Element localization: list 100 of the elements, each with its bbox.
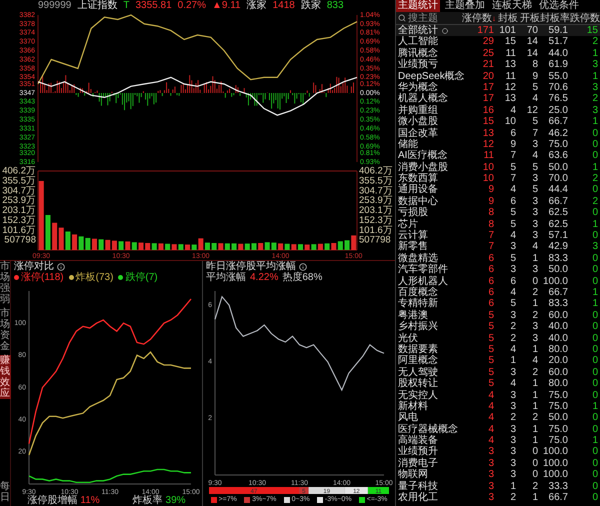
column-header[interactable]: 封板 — [498, 12, 518, 24]
axis-label: 152.3万 — [359, 214, 393, 226]
table-cell-text: 3 — [531, 218, 539, 230]
theme-tab[interactable]: 连板天梯 — [490, 0, 534, 12]
theme-name[interactable]: 芯片 — [398, 218, 418, 230]
table-cell-text: 13 — [504, 59, 517, 71]
table-cell-text: 2 — [509, 321, 517, 333]
theme-name[interactable]: 消费电子 — [398, 458, 438, 470]
table-cell-text: 3 — [509, 458, 517, 470]
circle-icon — [442, 28, 448, 34]
table-cell-text: 4 — [509, 378, 517, 390]
theme-name[interactable]: 国企改革 — [398, 128, 438, 139]
side-tab[interactable]: 每日 — [0, 481, 11, 503]
side-tab[interactable]: 市场强弱 — [0, 261, 11, 305]
theme-name[interactable]: 无人驾驶 — [398, 366, 438, 378]
theme-name[interactable]: 量子科技 — [398, 480, 438, 492]
theme-name[interactable]: 医疗器械概念 — [398, 424, 458, 436]
table-cell-text: 1 — [509, 480, 517, 492]
theme-name[interactable]: 云计算 — [398, 230, 428, 242]
side-tab[interactable]: 市场资金 — [0, 308, 11, 352]
theme-name[interactable]: 新材料 — [398, 400, 428, 412]
table-cell-text: 14 — [526, 36, 539, 48]
theme-name[interactable]: 人工智能 — [398, 36, 438, 48]
axis-label: 406.2万 — [2, 166, 36, 177]
theme-name[interactable]: 亏损股 — [398, 207, 428, 219]
theme-name[interactable]: 数据要素 — [398, 344, 438, 356]
theme-name[interactable]: 无实控人 — [398, 390, 438, 401]
theme-name[interactable]: 乡村振兴 — [398, 321, 438, 333]
theme-name[interactable]: 数据中心 — [398, 196, 438, 208]
column-header[interactable]: 封板率 — [540, 12, 570, 24]
table-cell-text: 10 — [482, 173, 495, 184]
theme-name[interactable]: 百度概念 — [398, 286, 438, 298]
table-cell-text: 44.4 — [548, 184, 569, 196]
axis-label: 203.1万 — [359, 205, 393, 216]
theme-name[interactable]: AI医疗概念 — [398, 150, 448, 162]
table-cell-text: 14 — [526, 48, 539, 60]
theme-name[interactable]: 储能 — [398, 138, 418, 150]
theme-name[interactable]: 东数西算 — [398, 173, 438, 184]
theme-name[interactable]: 阿里概念 — [398, 355, 438, 367]
table-cell-text: 3 — [509, 366, 517, 378]
theme-name[interactable]: DeepSeek概念 — [398, 70, 465, 82]
theme-name[interactable]: 业绩预升 — [398, 446, 438, 458]
table-cell-text: 50.0 — [548, 412, 569, 424]
theme-name[interactable]: 业绩预亏 — [398, 59, 438, 71]
theme-name[interactable]: 股权转让 — [398, 378, 438, 390]
side-tab[interactable]: 赚钱效应 — [0, 355, 11, 399]
theme-name[interactable]: 人形机器人 — [398, 276, 448, 287]
theme-name[interactable]: 光伏 — [398, 332, 418, 344]
column-header[interactable]: 开板 — [520, 12, 540, 24]
stat-value: 11% — [80, 495, 100, 506]
table-cell-text: 3 — [591, 59, 599, 71]
table-cell-text: 100.0 — [542, 458, 569, 470]
table-cell-text: 46.2 — [548, 128, 569, 139]
table-cell-text: 70 — [526, 25, 539, 36]
theme-name[interactable]: 农用化工 — [398, 492, 438, 504]
axis-label: 507798 — [359, 234, 391, 246]
table-cell-text: 3 — [591, 104, 599, 116]
theme-name[interactable]: 全部统计 — [398, 25, 438, 36]
theme-name[interactable]: 腾讯概念 — [398, 48, 438, 60]
legend-label: 涨停(118) — [21, 272, 64, 283]
table-cell-text: 1 — [591, 435, 599, 446]
axis-label: 152.3万 — [2, 214, 36, 226]
table-cell-text: 5 — [531, 82, 539, 94]
table-cell-text: 60.0 — [548, 366, 569, 378]
theme-name[interactable]: 通用设备 — [398, 184, 438, 196]
table-cell-text: 3 — [487, 458, 495, 470]
search-field[interactable]: 搜主题 — [396, 12, 460, 24]
column-header[interactable]: 跌停数 — [570, 12, 600, 24]
table-cell-text: 1 — [531, 492, 539, 504]
table-cell-text: 0 — [591, 458, 599, 470]
theme-name[interactable]: 高端装备 — [398, 435, 438, 446]
table-cell-text: 2 — [531, 412, 539, 424]
table-cell-text: 25.0 — [548, 104, 569, 116]
heat-text: 热度68% — [282, 272, 322, 283]
info-icon[interactable] — [57, 262, 65, 270]
theme-name[interactable]: 华为概念 — [398, 82, 438, 94]
theme-name[interactable]: 微盘精选 — [398, 252, 438, 264]
table-cell-text: 4 — [509, 230, 517, 242]
theme-name[interactable]: 消费小盘股 — [398, 162, 448, 174]
theme-name[interactable]: 物联网 — [398, 469, 428, 481]
theme-name[interactable]: 风电 — [398, 412, 418, 424]
table-cell-text: 3 — [509, 435, 517, 446]
table-cell-text: 6 — [509, 128, 517, 139]
table-cell-text: 8 — [487, 218, 495, 230]
theme-name[interactable]: 汽车零部件 — [398, 264, 448, 276]
theme-name[interactable]: 并购重组 — [398, 104, 438, 116]
info-icon[interactable] — [299, 262, 307, 270]
table-cell-text: 100.0 — [542, 469, 569, 481]
theme-tab[interactable]: 优选条件 — [537, 0, 581, 12]
theme-name[interactable]: 粤港澳 — [398, 310, 428, 322]
theme-name[interactable]: 专精特新 — [398, 298, 438, 310]
table-cell-text: 101 — [498, 25, 517, 36]
theme-name[interactable]: 新零售 — [398, 241, 428, 253]
table-cell-text: 80.0 — [548, 344, 569, 356]
column-header[interactable]: 涨停数 — [462, 12, 492, 24]
table-cell-text: 100.0 — [542, 446, 569, 458]
table-cell-text: 60.0 — [548, 310, 569, 322]
theme-name[interactable]: 微小盘股 — [398, 116, 438, 128]
theme-name[interactable]: 机器人概念 — [398, 93, 448, 105]
table-cell-text: 3 — [487, 480, 495, 492]
